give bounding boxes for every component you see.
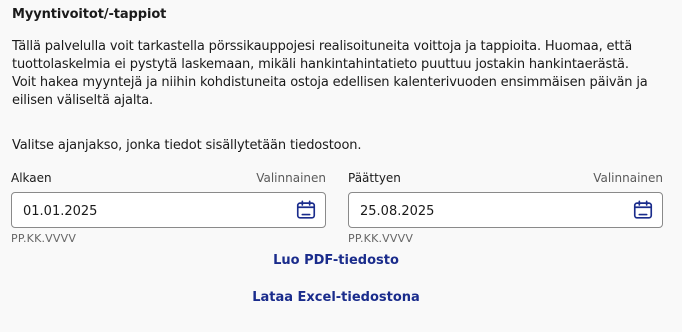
period-prompt: Valitse ajanjakso, jonka tiedot sisällyt… bbox=[12, 138, 362, 153]
end-date-optional: Valinnainen bbox=[593, 171, 663, 185]
section-title: Myyntivoitot/-tappiot bbox=[12, 7, 167, 22]
start-date-field: Alkaen Valinnainen PP.KK.VVVV bbox=[11, 170, 326, 245]
section-description: Tällä palvelulla voit tarkastella pörssi… bbox=[12, 39, 648, 108]
end-date-format-hint: PP.KK.VVVV bbox=[348, 232, 414, 245]
start-date-input-box bbox=[11, 192, 326, 228]
start-date-label: Alkaen bbox=[11, 171, 52, 185]
end-date-input-box bbox=[348, 192, 663, 228]
download-excel-link[interactable]: Lataa Excel-tiedostona bbox=[0, 290, 672, 305]
calendar-icon[interactable] bbox=[295, 199, 317, 221]
start-date-optional: Valinnainen bbox=[256, 171, 326, 185]
start-date-format-hint: PP.KK.VVVV bbox=[11, 232, 77, 245]
create-pdf-link[interactable]: Luo PDF-tiedosto bbox=[0, 253, 672, 268]
end-date-input[interactable] bbox=[360, 202, 610, 220]
end-date-field: Päättyen Valinnainen PP.KK.VVVV bbox=[348, 170, 663, 245]
calendar-icon[interactable] bbox=[632, 199, 654, 221]
start-date-input[interactable] bbox=[23, 202, 273, 220]
end-date-label: Päättyen bbox=[348, 171, 401, 185]
